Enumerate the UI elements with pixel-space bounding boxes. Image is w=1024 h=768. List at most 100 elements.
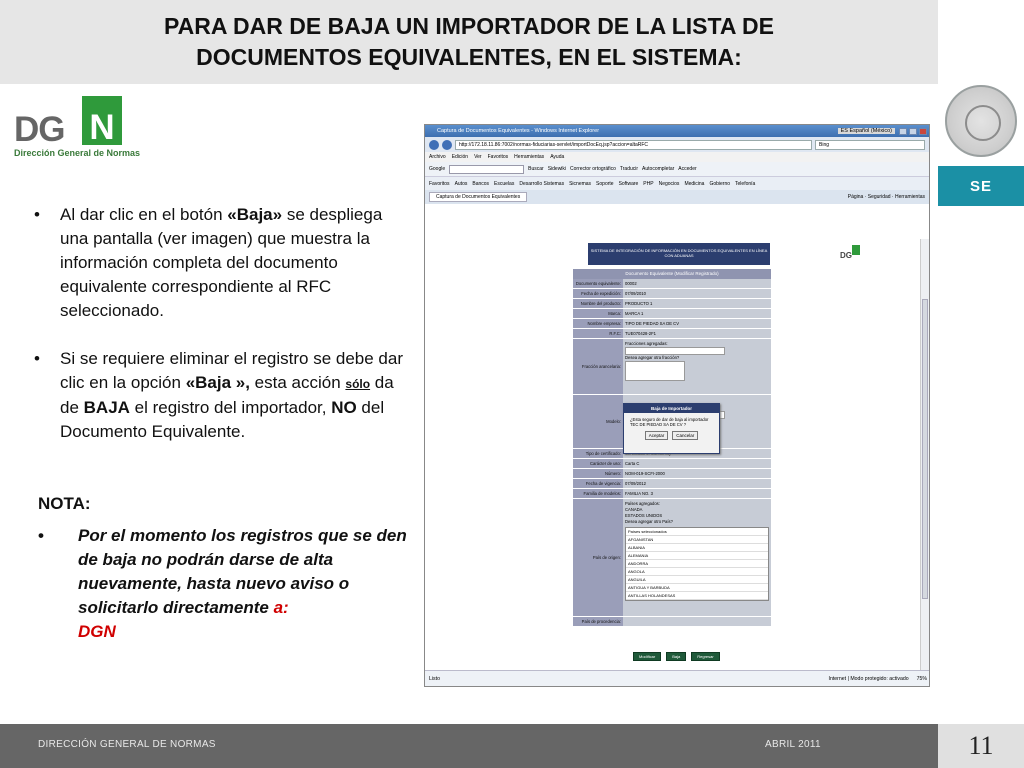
fav-item[interactable]: Autos: [455, 181, 468, 187]
bullet-text-mid3: el registro del importador,: [129, 398, 332, 417]
fraccion-select[interactable]: [625, 347, 725, 355]
forward-icon[interactable]: [442, 139, 452, 150]
footer-date: ABRIL 2011: [765, 739, 821, 750]
toolbar-google[interactable]: Google: [429, 166, 445, 172]
bullet-text-underline: sólo: [345, 377, 371, 391]
address-input[interactable]: http://172.18.11.86:7002/normas-fiduciar…: [455, 139, 812, 150]
baja-button[interactable]: Baja: [666, 652, 687, 661]
field-label: Fecha de vigencia:: [573, 479, 623, 488]
fav-item[interactable]: Escuelas: [494, 181, 514, 187]
form-row: Fecha de vigencia: 07/09/2012: [573, 479, 771, 489]
dialog-title: Baja de Importador: [624, 404, 719, 413]
procedencia-value: [623, 617, 771, 626]
regresar-button[interactable]: Regresar: [691, 652, 720, 661]
accept-button[interactable]: Aceptar: [644, 431, 669, 440]
fav-item[interactable]: Favoritos: [429, 181, 450, 187]
bullet-text-pre: Al dar clic en el botón: [60, 205, 228, 224]
vertical-scrollbar[interactable]: [920, 239, 929, 672]
nota-red-a: a:: [273, 598, 289, 617]
field-value: NOM-019-SCFI-2000: [623, 469, 771, 478]
status-right: Internet | Modo protegido: activado 75%: [829, 676, 927, 682]
tab-captura[interactable]: Captura de Documentos Equivalentes: [429, 192, 528, 202]
bullet-text-bold3: NO: [331, 398, 357, 417]
list-item[interactable]: AFGANISTAN: [626, 536, 768, 544]
list-item[interactable]: ANDORRA: [626, 560, 768, 568]
field-value[interactable]: TUE070428-2F1: [623, 329, 771, 338]
dgn-mini-green: [852, 245, 860, 255]
form-row-pais: País de origen: Países agregados: CANADA…: [573, 499, 771, 617]
list-item[interactable]: ANTILLAS HOLANDESAS: [626, 592, 768, 600]
fav-item[interactable]: PHP: [643, 181, 653, 187]
field-label: Número:: [573, 469, 623, 478]
list-item[interactable]: ANTIGUA Y BARBUDA: [626, 584, 768, 592]
search-input[interactable]: Bing: [815, 139, 925, 150]
google-search-input[interactable]: [449, 164, 525, 174]
field-value: 07/09/2012: [623, 479, 771, 488]
slide-title-line1: PARA DAR DE BAJA UN IMPORTADOR DE LA LIS…: [164, 13, 774, 39]
form-row: Familia de modelos: FAMILIA NO. 3: [573, 489, 771, 499]
menu-edicion[interactable]: Edición: [452, 154, 468, 160]
fav-item[interactable]: Desarrollo Sistemas: [519, 181, 564, 187]
back-icon[interactable]: [429, 139, 439, 150]
menu-archivo[interactable]: Archivo: [429, 154, 446, 160]
dialog-buttons: Aceptar Cancelar: [624, 431, 719, 440]
browser-title-bar: Captura de Documentos Equivalentes - Win…: [425, 125, 929, 137]
nota-label: NOTA:: [38, 494, 91, 513]
dgn-mini-logo: DG: [840, 245, 860, 265]
menu-bar: Archivo Edición Ver Favoritos Herramient…: [425, 152, 929, 162]
minimize-icon[interactable]: [899, 127, 907, 135]
fraccion-textarea[interactable]: [625, 361, 685, 381]
fav-item[interactable]: Software: [619, 181, 639, 187]
zoom-level[interactable]: 75%: [917, 676, 927, 682]
toolbar-corrector[interactable]: Corrector ortográfico: [570, 166, 616, 172]
field-value[interactable]: TIPO DE PIEDAD SA DE CV: [623, 319, 771, 328]
toolbar-acceder[interactable]: Acceder: [678, 166, 696, 172]
fav-item[interactable]: Soporte: [596, 181, 614, 187]
footer-bar: DIRECCIÓN GENERAL DE NORMAS ABRIL 2011: [0, 724, 938, 768]
tab-bar: Captura de Documentos Equivalentes Págin…: [425, 190, 929, 204]
close-icon[interactable]: [919, 127, 927, 135]
fav-item[interactable]: Sicnemas: [569, 181, 591, 187]
scroll-thumb[interactable]: [922, 299, 928, 599]
field-label: Nombre empresa:: [573, 319, 623, 328]
fav-item[interactable]: Negocios: [659, 181, 680, 187]
fav-item[interactable]: Bancos: [472, 181, 489, 187]
toolbar-buscar[interactable]: Buscar: [528, 166, 544, 172]
form-row: Fecha de expedición: 07/09/2010: [573, 289, 771, 299]
field-label: R.F.C:: [573, 329, 623, 338]
toolbar-traducir[interactable]: Traducir: [620, 166, 638, 172]
menu-favoritos[interactable]: Favoritos: [488, 154, 509, 160]
fav-item[interactable]: Telefonía: [735, 181, 755, 187]
cancel-button[interactable]: Cancelar: [672, 431, 699, 440]
field-label: Familia de modelos:: [573, 489, 623, 498]
tab-tools[interactable]: Página · Seguridad · Herramientas: [848, 194, 929, 200]
paises-otro-label: Desea agregar otro País?: [625, 519, 673, 524]
bullet-item: • Al dar clic en el botón «Baja» se desp…: [34, 203, 414, 323]
fav-item[interactable]: Medicina: [684, 181, 704, 187]
favorites-bar: Favoritos Autos Bancos Escuelas Desarrol…: [425, 177, 929, 190]
toolbar-sidewiki[interactable]: Sidewiki: [548, 166, 566, 172]
toolbar-autocompletar[interactable]: Autocompletar: [642, 166, 674, 172]
page-content: SISTEMA DE INTEGRACIÓN DE INFORMACIÓN EN…: [425, 239, 929, 672]
menu-herramientas[interactable]: Herramientas: [514, 154, 544, 160]
slide-title: PARA DAR DE BAJA UN IMPORTADOR DE LA LIS…: [29, 11, 909, 73]
list-item[interactable]: ALEMANIA: [626, 552, 768, 560]
bullet-text: Al dar clic en el botón «Baja» se despli…: [60, 203, 414, 323]
list-item[interactable]: ANGUILA: [626, 576, 768, 584]
list-item[interactable]: ANGOLA: [626, 568, 768, 576]
language-indicator[interactable]: ES Español (México): [837, 128, 895, 134]
maximize-icon[interactable]: [909, 127, 917, 135]
list-item[interactable]: ALBANIA: [626, 544, 768, 552]
field-label: Documento equivalente:: [573, 279, 623, 288]
form-row: Marca: MARCA 1: [573, 309, 771, 319]
form-row: Nombre empresa: TIPO DE PIEDAD SA DE CV: [573, 319, 771, 329]
logo-subtitle: Dirección General de Normas: [14, 148, 141, 158]
form-row: Número: NOM-019-SCFI-2000: [573, 469, 771, 479]
field-label: Modelo:: [573, 395, 623, 448]
modificar-button[interactable]: Modificar: [633, 652, 662, 661]
paises-list[interactable]: Países seleccionados AFGANISTAN ALBANIA …: [625, 527, 769, 601]
menu-ayuda[interactable]: Ayuda: [550, 154, 564, 160]
menu-ver[interactable]: Ver: [474, 154, 482, 160]
fav-item[interactable]: Gobierno: [709, 181, 730, 187]
field-value: PRODUCTO 1: [623, 299, 771, 308]
